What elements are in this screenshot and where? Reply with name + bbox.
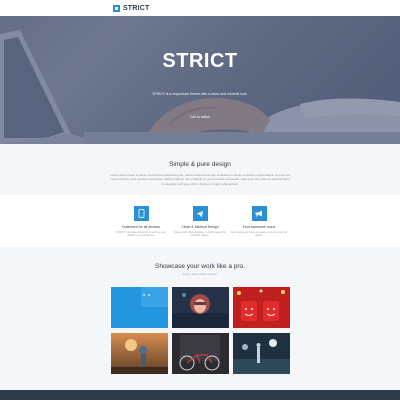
showcase-title: Showcase your work like a pro. — [155, 263, 245, 270]
showcase-section: Showcase your work like a pro. Lorem ips… — [0, 247, 400, 390]
portfolio-tile-portrait[interactable] — [172, 287, 229, 328]
hero-section: STRICT STRICT is a responsive theme with… — [0, 16, 400, 144]
portfolio-tile-mugs[interactable] — [233, 287, 290, 328]
intro-description: Lorem ipsum dolor sit amet, consectetur … — [110, 173, 290, 186]
paper-plane-icon — [192, 206, 208, 221]
logo-icon — [113, 5, 120, 12]
portfolio-tile-street[interactable] — [233, 333, 290, 374]
feature-description: Font Awesome icons are easy to use and c… — [231, 231, 287, 238]
hero-subtitle: STRICT is a responsive theme with a clea… — [152, 92, 248, 96]
intro-section: Simple & pure design Lorem ipsum dolor s… — [0, 144, 400, 195]
intro-title: Simple & pure design — [169, 161, 231, 168]
top-navbar: STRICT — [0, 0, 400, 17]
brand-logo[interactable]: STRICT — [113, 4, 149, 13]
hero-title: STRICT — [162, 50, 238, 72]
footer — [0, 390, 400, 400]
feature-title: Font Awesome Icons — [242, 225, 276, 229]
feature-item: Font Awesome Icons Font Awesome icons ar… — [224, 206, 294, 238]
hero-overlay — [0, 16, 400, 144]
features-section: Optimized for all devices STRICT has bee… — [0, 195, 400, 247]
portfolio-tile-sunset[interactable] — [111, 333, 168, 374]
showcase-subtitle: Lorem ipsum dolor sit amet — [183, 272, 217, 276]
brand-name: STRICT — [123, 5, 150, 12]
call-to-action-button[interactable]: Call to action — [186, 113, 214, 121]
portfolio-tile-bicycle[interactable] — [172, 333, 229, 374]
megaphone-icon — [251, 206, 267, 221]
mobile-icon — [133, 206, 149, 221]
portfolio-tile-blue[interactable] — [111, 287, 168, 328]
